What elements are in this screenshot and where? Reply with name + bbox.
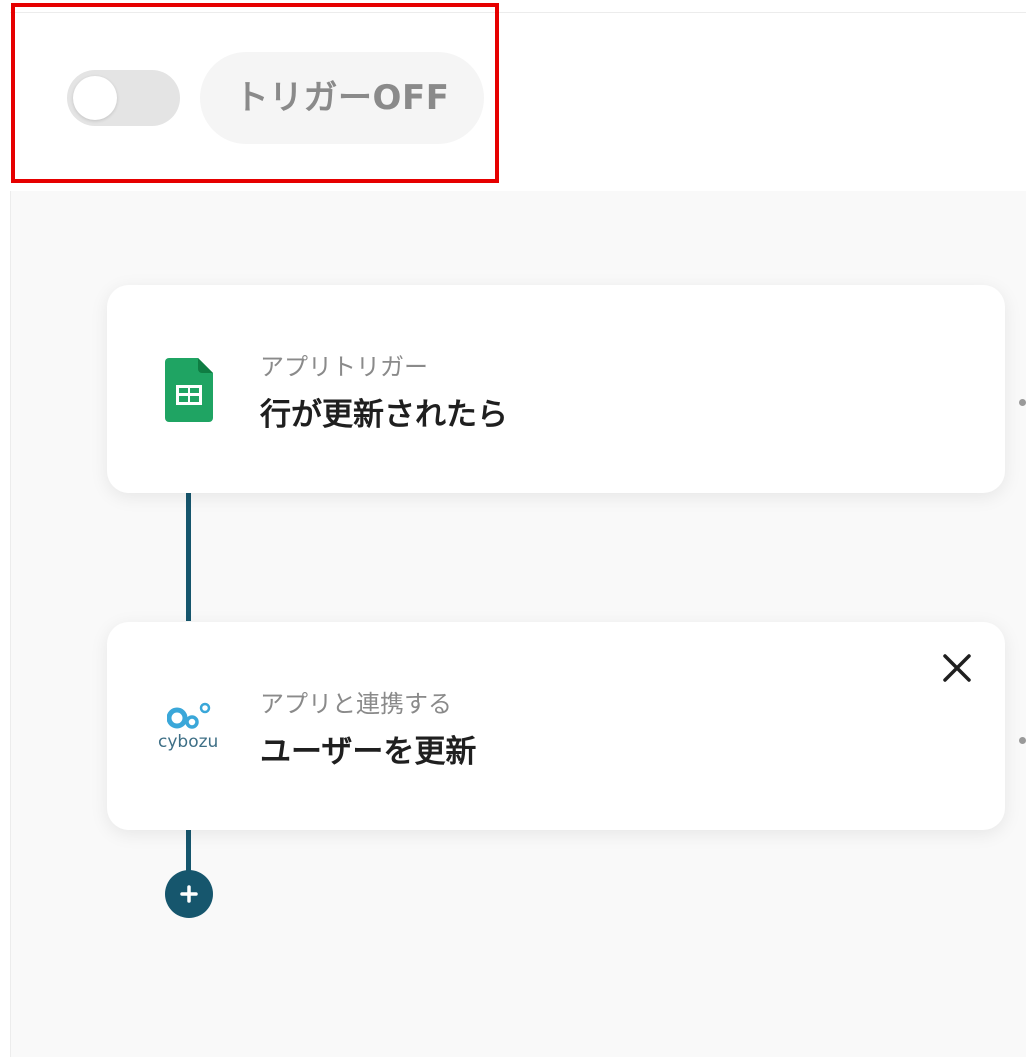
plus-icon	[180, 885, 198, 903]
step-type-label: アプリと連携する	[260, 690, 452, 718]
add-step-button[interactable]	[165, 870, 213, 918]
flow-connector-line	[186, 829, 191, 874]
card-edge-dot	[1019, 737, 1026, 744]
step-action-title: ユーザーを更新	[260, 734, 477, 770]
google-sheets-icon	[165, 358, 213, 426]
cybozu-logo-text: cybozu	[158, 732, 219, 752]
flow-step-card-trigger[interactable]: アプリトリガー 行が更新されたら	[107, 285, 1005, 493]
flow-connector-line	[186, 493, 191, 621]
step-type-label: アプリトリガー	[260, 353, 428, 381]
card-edge-dot	[1019, 399, 1026, 406]
trigger-status-badge: トリガーOFF	[200, 52, 484, 144]
toggle-knob	[73, 76, 117, 120]
flow-step-card-action[interactable]: cybozu アプリと連携する ユーザーを更新	[107, 622, 1005, 830]
cybozu-logo-icon	[166, 702, 215, 736]
step-action-title: 行が更新されたら	[260, 397, 508, 433]
close-icon[interactable]	[941, 652, 973, 684]
trigger-toggle-switch[interactable]	[67, 70, 180, 126]
